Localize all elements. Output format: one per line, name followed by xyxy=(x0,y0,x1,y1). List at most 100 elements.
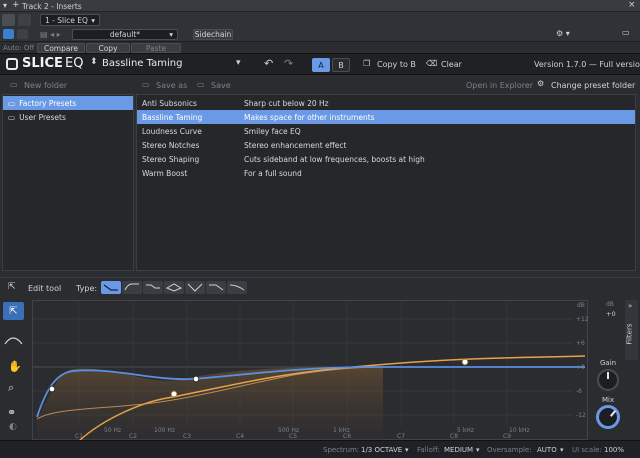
preset-row[interactable]: Loudness Curve Smiley face EQ xyxy=(137,124,635,138)
logo-eq: EQ xyxy=(65,56,84,71)
oversample-select[interactable]: AUTO xyxy=(537,446,557,454)
filter-type-highcut-button[interactable] xyxy=(227,281,247,294)
eq-node[interactable] xyxy=(192,375,200,383)
save-button[interactable]: Save xyxy=(211,81,231,90)
curve-icon[interactable] xyxy=(17,29,28,39)
host-title-bar: ▾ + Track 2 - Inserts × xyxy=(0,0,640,12)
pointer-tool-button[interactable]: ⇱ xyxy=(3,302,24,320)
preset-stepper-icon[interactable]: ⬍ xyxy=(90,57,98,67)
ab-b-button[interactable]: B xyxy=(332,58,350,72)
ui-scale-select[interactable]: 100% xyxy=(604,446,624,454)
note-label: C6 xyxy=(343,433,352,440)
eq-node[interactable] xyxy=(461,358,469,366)
auto-label: Auto: Off xyxy=(3,44,35,52)
gain-knob[interactable] xyxy=(597,369,619,391)
preset-description: Cuts sideband at low frequences, boosts … xyxy=(244,154,425,164)
copy-to-b-button[interactable]: Copy to B xyxy=(377,60,416,69)
save-as-button[interactable]: Save as xyxy=(156,81,187,90)
preset-row[interactable]: Warm Boost For a full sound xyxy=(137,166,635,180)
note-label: C2 xyxy=(129,433,138,440)
high-cut-icon xyxy=(229,284,245,291)
edit-toolbar: ⇱ Edit tool Type: xyxy=(0,277,640,297)
falloff-select[interactable]: MEDIUM xyxy=(444,446,473,454)
preset-description: Makes space for other instruments xyxy=(244,112,375,122)
link-icon[interactable]: ⚭ xyxy=(7,406,16,419)
high-shelf-icon xyxy=(146,284,160,289)
host-preset-selector[interactable]: default* ▾ xyxy=(72,29,178,40)
change-preset-folder-button[interactable]: Change preset folder xyxy=(551,81,635,90)
note-label: C3 xyxy=(183,433,192,440)
db-unit: dB xyxy=(606,301,614,308)
add-icon[interactable]: + xyxy=(12,0,20,10)
preset-name: Warm Boost xyxy=(142,168,188,178)
preset-menu-icon[interactable]: ▤ ◂ ▸ xyxy=(40,30,61,39)
edit-tool-label: Edit tool xyxy=(28,284,62,293)
db-label: +12 xyxy=(576,316,589,323)
slice-logo-icon xyxy=(6,58,18,70)
collapse-icon[interactable]: ▾ xyxy=(3,1,7,10)
clear-icon: ⌫ xyxy=(426,59,438,68)
db-value: +0 xyxy=(606,310,616,318)
power-button[interactable] xyxy=(3,29,14,39)
hand-icon[interactable]: ✋ xyxy=(8,360,22,373)
settings-gear-icon[interactable]: ⚙ ▾ xyxy=(556,29,576,39)
note-label: C8 xyxy=(450,433,459,440)
slot-selector[interactable]: 1 - Slice EQ ▾ xyxy=(40,14,100,26)
version-label: Version 1.7.0 — Full version xyxy=(534,60,640,69)
preset-name: Stereo Shaping xyxy=(142,154,200,164)
folder-item-user[interactable]: ▭ User Presets xyxy=(3,110,133,124)
mix-knob[interactable] xyxy=(596,405,620,429)
filters-tab[interactable]: » Filters xyxy=(625,300,638,360)
preset-description: Stereo enhancement effect xyxy=(244,140,347,150)
host-toolbar: 1 - Slice EQ ▾ ▤ ◂ ▸ default* ▾ Sidechai… xyxy=(0,12,640,42)
preset-row[interactable]: Stereo Shaping Cuts sideband at low freq… xyxy=(137,152,635,166)
db-label: -12 xyxy=(576,412,586,419)
preset-row[interactable]: Stereo Notches Stereo enhancement effect xyxy=(137,138,635,152)
close-icon[interactable]: × xyxy=(628,0,636,10)
preset-row[interactable]: Bassline Taming Makes space for other in… xyxy=(137,110,635,124)
zoom-icon[interactable]: ⌕ xyxy=(8,381,14,395)
sidechain-button[interactable]: Sidechain xyxy=(193,29,233,40)
filter-type-peak-button[interactable] xyxy=(164,281,184,294)
filter-type-lowshelf-button[interactable] xyxy=(122,281,142,294)
new-folder-button[interactable]: New folder xyxy=(24,81,67,90)
eq-graph[interactable]: 50 Hz 100 Hz 500 Hz 1 kHz 5 kHz 10 kHz C… xyxy=(32,300,589,441)
preset-row[interactable]: Anti Subsonics Sharp cut below 20 Hz xyxy=(137,96,635,110)
freq-label: 100 Hz xyxy=(154,427,176,434)
ab-a-button[interactable]: A xyxy=(312,58,330,72)
edit-tool-icon[interactable]: ⇱ xyxy=(8,282,16,292)
eq-graph-svg[interactable] xyxy=(33,301,589,441)
folder-list: ▭ Factory Presets ▭ User Presets xyxy=(2,94,134,271)
current-preset-selector[interactable]: ⬍ Bassline Taming ▾ xyxy=(88,56,248,73)
draw-curve-tool-button[interactable] xyxy=(3,332,24,348)
preset-description: Smiley face EQ xyxy=(244,126,301,136)
filter-type-lowcut-button[interactable] xyxy=(206,281,226,294)
compare-button[interactable]: Compare xyxy=(37,43,85,53)
folder-item-factory[interactable]: ▭ Factory Presets xyxy=(3,96,133,110)
folder-label: Factory Presets xyxy=(19,98,77,108)
freq-label: 10 kHz xyxy=(509,427,530,434)
eq-node[interactable] xyxy=(170,390,178,398)
paste-button[interactable]: Paste xyxy=(131,43,181,53)
right-panel: » Filters dB +0 Gain Mix xyxy=(588,298,640,440)
spectrum-select[interactable]: 1/3 OCTAVE xyxy=(361,446,402,454)
note-label: C7 xyxy=(397,433,406,440)
undo-icon[interactable]: ↶ xyxy=(264,57,273,70)
filter-type-highshelf-button[interactable] xyxy=(143,281,163,294)
eq-node[interactable] xyxy=(48,385,56,393)
copy-button[interactable]: Copy xyxy=(86,43,130,53)
falloff-label: Falloff: xyxy=(417,446,441,454)
filter-type-notch-button[interactable] xyxy=(185,281,205,294)
routing-icon[interactable] xyxy=(18,14,31,26)
host-logo-icon xyxy=(2,14,15,26)
minimize-icon[interactable]: ▭ xyxy=(622,28,630,37)
save-icon: ▭ xyxy=(197,80,205,89)
open-in-explorer-button[interactable]: Open in Explorer xyxy=(466,81,533,90)
chevron-down-icon: ▾ xyxy=(560,446,564,454)
redo-icon[interactable]: ↷ xyxy=(284,57,293,70)
listen-icon[interactable]: ◐ xyxy=(9,422,17,432)
clear-button[interactable]: Clear xyxy=(441,60,462,69)
filter-type-bell-button[interactable] xyxy=(101,281,121,294)
logo-slice: SLICE xyxy=(22,56,63,71)
preset-name: Bassline Taming xyxy=(142,112,203,122)
